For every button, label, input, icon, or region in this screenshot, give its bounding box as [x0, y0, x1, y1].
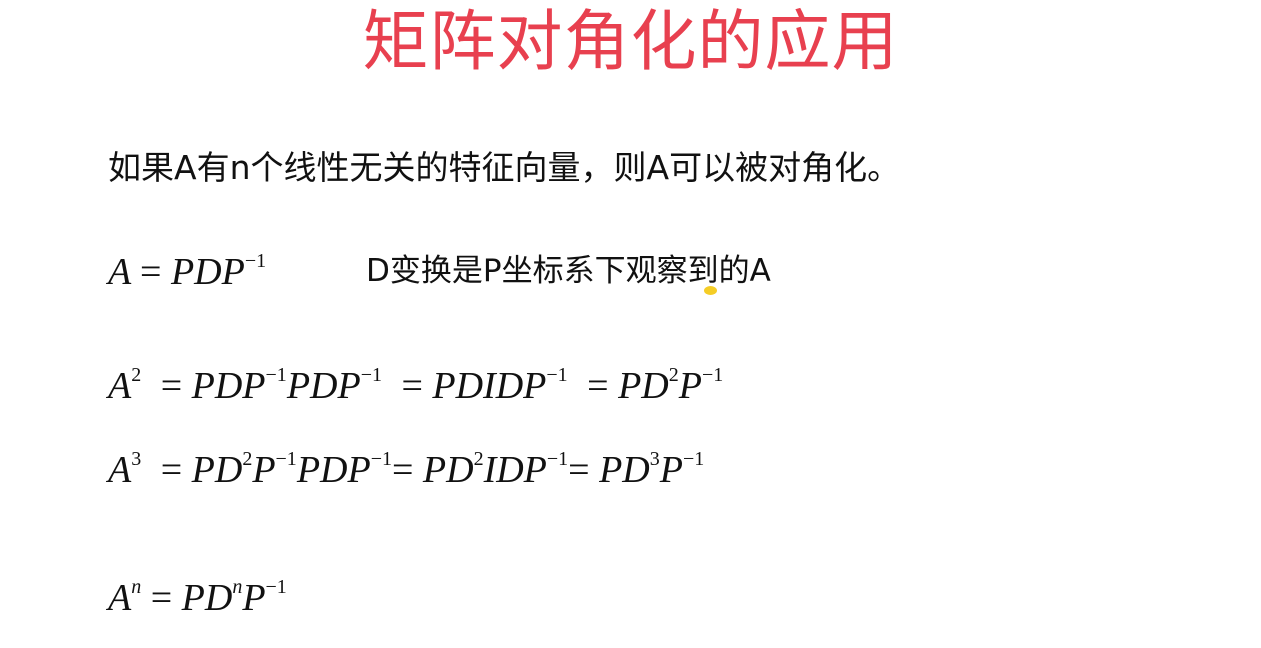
eq-exponent: −1	[370, 448, 392, 470]
eq-term: PDP	[286, 365, 361, 407]
eq-term: PDP	[191, 365, 266, 407]
equals-sign: =	[160, 365, 183, 407]
equals-sign: =	[140, 251, 162, 293]
eq-exponent: −1	[360, 364, 382, 386]
slide: 矩阵对角化的应用 如果A有n个线性无关的特征向量，则A可以被对角化。 A = P…	[0, 0, 1261, 648]
eq-term: P	[252, 449, 276, 491]
eq-exponent: n	[232, 576, 243, 598]
eq-term: P	[659, 449, 683, 491]
eq-term: PD	[599, 449, 650, 491]
eq-exponent: n	[131, 576, 142, 598]
equation-square: A2 = PDP−1PDP−1 = PDIDP−1 = PD2P−1	[108, 363, 723, 415]
eq-exponent: 3	[131, 448, 142, 470]
eq-exponent: 2	[668, 364, 679, 386]
cursor-highlight	[704, 286, 717, 295]
eq-term: PD	[618, 365, 669, 407]
eq-exponent: 2	[473, 448, 484, 470]
eq-term: PD	[422, 449, 474, 491]
eq-exponent: 2	[131, 364, 142, 386]
slide-title: 矩阵对角化的应用	[362, 3, 899, 80]
eq-exponent: −1	[682, 448, 705, 470]
eq-exponent: −1	[275, 448, 297, 470]
eq-exponent: −1	[701, 364, 724, 386]
equation-definition: A = PDP−1	[108, 249, 266, 301]
eq-term: PDP	[296, 449, 371, 491]
eq-term: PD	[181, 577, 233, 619]
equals-sign: =	[150, 577, 173, 619]
eq-lhs: A	[108, 365, 132, 407]
equals-sign: =	[568, 449, 590, 491]
equals-sign: =	[391, 449, 414, 491]
eq-exponent: −1	[546, 448, 569, 470]
eq-exponent: −1	[244, 250, 267, 272]
eq-exponent: −1	[546, 364, 568, 386]
eq-term: P	[242, 577, 266, 619]
eq-term: P	[678, 365, 702, 407]
eq-exponent: 3	[649, 448, 660, 470]
eq-exponent: 2	[242, 448, 253, 470]
diagonalization-statement: 如果A有n个线性无关的特征向量，则A可以被对角化。	[108, 148, 901, 187]
eq-term: IDP	[483, 449, 547, 491]
eq-lhs: A	[108, 449, 132, 491]
equals-sign: =	[401, 365, 423, 407]
eq-term: PDP	[170, 251, 245, 293]
equation-power-n: An = PDnP−1	[108, 575, 287, 627]
equals-sign: =	[587, 365, 609, 407]
equation-cube: A3 = PD2P−1PDP−1= PD2IDP−1= PD3P−1	[108, 447, 704, 499]
eq-lhs: A	[108, 577, 132, 619]
equals-sign: =	[160, 449, 183, 491]
eq-exponent: −1	[265, 576, 287, 598]
eq-term: PDIDP	[432, 365, 547, 407]
eq-exponent: −1	[265, 364, 287, 386]
eq-term: PD	[191, 449, 243, 491]
eq-lhs: A	[108, 251, 131, 293]
